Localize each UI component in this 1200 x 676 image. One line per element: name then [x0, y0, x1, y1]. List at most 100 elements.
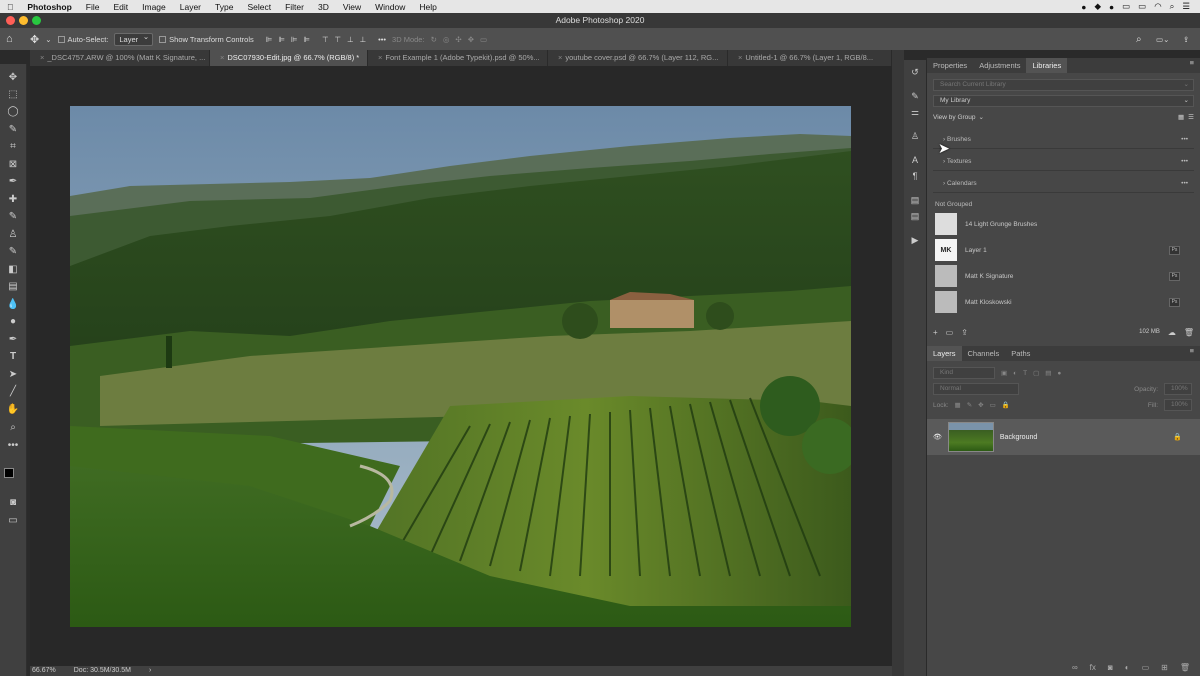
kind-filter-dropdown[interactable]: Kind — [933, 367, 995, 379]
close-tab-icon[interactable]: × — [220, 53, 224, 62]
folder-icon[interactable]: ▭ — [946, 328, 954, 337]
tab-layers[interactable]: Layers — [927, 346, 962, 361]
home-icon[interactable]: ⌂ — [6, 33, 24, 45]
filter-smart-object-icon[interactable]: ▤ — [1045, 369, 1051, 377]
hand-tool-icon[interactable]: ✋ — [5, 401, 21, 417]
library-item[interactable]: 14 Light Grunge Brushes — [927, 211, 1200, 237]
auto-select-dropdown[interactable]: Layer — [114, 32, 154, 46]
more-options-icon[interactable]: ••• — [1181, 152, 1188, 171]
menu-help[interactable]: Help — [412, 2, 443, 12]
trash-icon[interactable]: 🗑 — [1184, 328, 1200, 337]
history-panel-icon[interactable]: ↺ — [909, 66, 921, 78]
upload-icon[interactable]: ⇪ — [961, 328, 968, 337]
3d-drag-icon[interactable]: ✣ — [455, 35, 461, 44]
wifi-icon[interactable]: ◠ — [1154, 1, 1161, 12]
brush-tool-icon[interactable]: ✎ — [5, 208, 21, 224]
distribute-icon[interactable]: ⊫ — [303, 35, 310, 44]
tab-document-2[interactable]: × DSC07930-Edit.jpg @ 66.7% (RGB/8) * — [210, 50, 368, 66]
move-tool-icon[interactable]: ✥ — [5, 69, 21, 85]
tab-document-5[interactable]: × Untitled-1 @ 66.7% (Layer 1, RGB/8... — [728, 50, 892, 66]
paragraph-panel-icon[interactable]: ¶ — [909, 170, 921, 182]
opacity-input[interactable]: 100% — [1164, 383, 1192, 395]
line-tool-icon[interactable]: ╱ — [5, 383, 21, 399]
blur-tool-icon[interactable]: 💧 — [5, 296, 21, 312]
healing-brush-tool-icon[interactable]: ✚ — [5, 191, 21, 207]
menu-app[interactable]: Photoshop — [20, 2, 78, 12]
library-group-textures[interactable]: › Textures ••• — [933, 152, 1194, 171]
evernote-icon[interactable]: ● — [1109, 2, 1114, 12]
info-panel-icon[interactable]: ▤ — [909, 194, 921, 206]
eraser-tool-icon[interactable]: ◧ — [5, 261, 21, 277]
lasso-tool-icon[interactable]: ◯ — [5, 103, 21, 119]
align-center-icon[interactable]: ⊫ — [278, 35, 285, 44]
library-item[interactable]: Matt K Signature Ps — [927, 263, 1200, 289]
align-right-icon[interactable]: ⊫ — [291, 35, 298, 44]
dodge-tool-icon[interactable]: ● — [5, 313, 21, 329]
fill-input[interactable]: 100% — [1164, 399, 1192, 411]
tab-adjustments[interactable]: Adjustments — [973, 58, 1026, 73]
fx-icon[interactable]: fx — [1090, 663, 1096, 672]
move-tool-icon[interactable]: ✥ — [30, 33, 39, 46]
delete-layer-icon[interactable]: 🗑 — [1180, 663, 1190, 672]
share-icon[interactable]: ⇪ — [1183, 35, 1189, 44]
close-tab-icon[interactable]: × — [40, 53, 44, 62]
tab-paths[interactable]: Paths — [1005, 346, 1036, 361]
eyedropper-tool-icon[interactable]: ✒ — [5, 173, 21, 189]
library-item[interactable]: Matt Kloskowski Ps — [927, 289, 1200, 315]
notes-panel-icon[interactable]: ▤ — [909, 210, 921, 222]
tab-document-4[interactable]: × youtube cover.psd @ 66.7% (Layer 112, R… — [548, 50, 728, 66]
new-group-icon[interactable]: ▭ — [1142, 663, 1150, 672]
distribute-vertical-icon[interactable]: ⊥ — [360, 35, 367, 44]
foreground-color-swatch[interactable] — [4, 468, 14, 478]
control-center-icon[interactable]: ☰ — [1182, 1, 1190, 12]
marquee-tool-icon[interactable]: ⬚ — [5, 86, 21, 102]
3d-roll-icon[interactable]: ◎ — [443, 35, 450, 44]
status-chevron-icon[interactable]: › — [149, 666, 151, 676]
visibility-eye-icon[interactable]: 👁 — [933, 433, 942, 441]
brush-settings-icon[interactable]: ✎ — [909, 90, 921, 102]
menu-edit[interactable]: Edit — [106, 2, 135, 12]
clone-stamp-tool-icon[interactable]: ♙ — [5, 226, 21, 242]
layer-row-background[interactable]: 👁 Background 🔒 — [927, 419, 1200, 455]
lock-artboard-icon[interactable]: ▭ — [990, 401, 996, 409]
align-middle-icon[interactable]: ⊤ — [335, 35, 342, 44]
close-tab-icon[interactable]: × — [558, 53, 562, 62]
adjustments-icon[interactable]: ⚌ — [909, 106, 921, 118]
frame-tool-icon[interactable]: ⊠ — [5, 156, 21, 172]
3d-scale-icon[interactable]: ▭ — [480, 35, 487, 44]
filter-pixel-icon[interactable]: ▣ — [1001, 369, 1007, 377]
transform-controls-checkbox[interactable]: Show Transform Controls — [159, 35, 254, 44]
align-left-icon[interactable]: ⊫ — [266, 35, 273, 44]
close-tab-icon[interactable]: × — [378, 53, 382, 62]
cloud-icon[interactable]: ☁ — [1168, 328, 1176, 337]
menu-window[interactable]: Window — [368, 2, 412, 12]
more-options-icon[interactable]: ••• — [1181, 174, 1188, 193]
menu-select[interactable]: Select — [240, 2, 278, 12]
adjustment-layer-icon[interactable]: ◐ — [1125, 663, 1130, 672]
menu-image[interactable]: Image — [135, 2, 173, 12]
tab-document-3[interactable]: × Font Example 1 (Adobe Typekit).psd @ 50… — [368, 50, 548, 66]
menu-layer[interactable]: Layer — [173, 2, 208, 12]
library-item[interactable]: MK Layer 1 Ps — [927, 237, 1200, 263]
panel-divider[interactable] — [892, 50, 904, 676]
tab-libraries[interactable]: Libraries — [1026, 58, 1068, 73]
close-window-icon[interactable] — [6, 16, 15, 25]
creative-cloud-icon[interactable]: ● — [1081, 2, 1086, 12]
library-search-input[interactable]: Search Current Library ⌄ — [933, 79, 1194, 91]
new-layer-icon[interactable]: ⊞ — [1161, 663, 1168, 672]
gradient-tool-icon[interactable]: ▤ — [5, 278, 21, 294]
tab-properties[interactable]: Properties — [927, 58, 973, 73]
menu-view[interactable]: View — [336, 2, 368, 12]
filter-adjustment-icon[interactable]: ◐ — [1013, 370, 1017, 377]
path-selection-tool-icon[interactable]: ➤ — [5, 366, 21, 382]
menu-type[interactable]: Type — [208, 2, 240, 12]
document-image[interactable] — [70, 106, 851, 627]
add-mask-icon[interactable]: ◙ — [1108, 663, 1113, 672]
zoom-tool-icon[interactable]: ⌕ — [5, 419, 21, 435]
add-element-icon[interactable]: + — [933, 328, 938, 337]
auto-select-checkbox[interactable]: Auto-Select: — [57, 35, 108, 44]
clone-source-icon[interactable]: ♙ — [909, 130, 921, 142]
zoom-level[interactable]: 66.67% — [32, 666, 56, 676]
airplay-icon[interactable]: ▭ — [1138, 1, 1146, 12]
screen-icon[interactable]: ▭ — [1122, 1, 1130, 12]
